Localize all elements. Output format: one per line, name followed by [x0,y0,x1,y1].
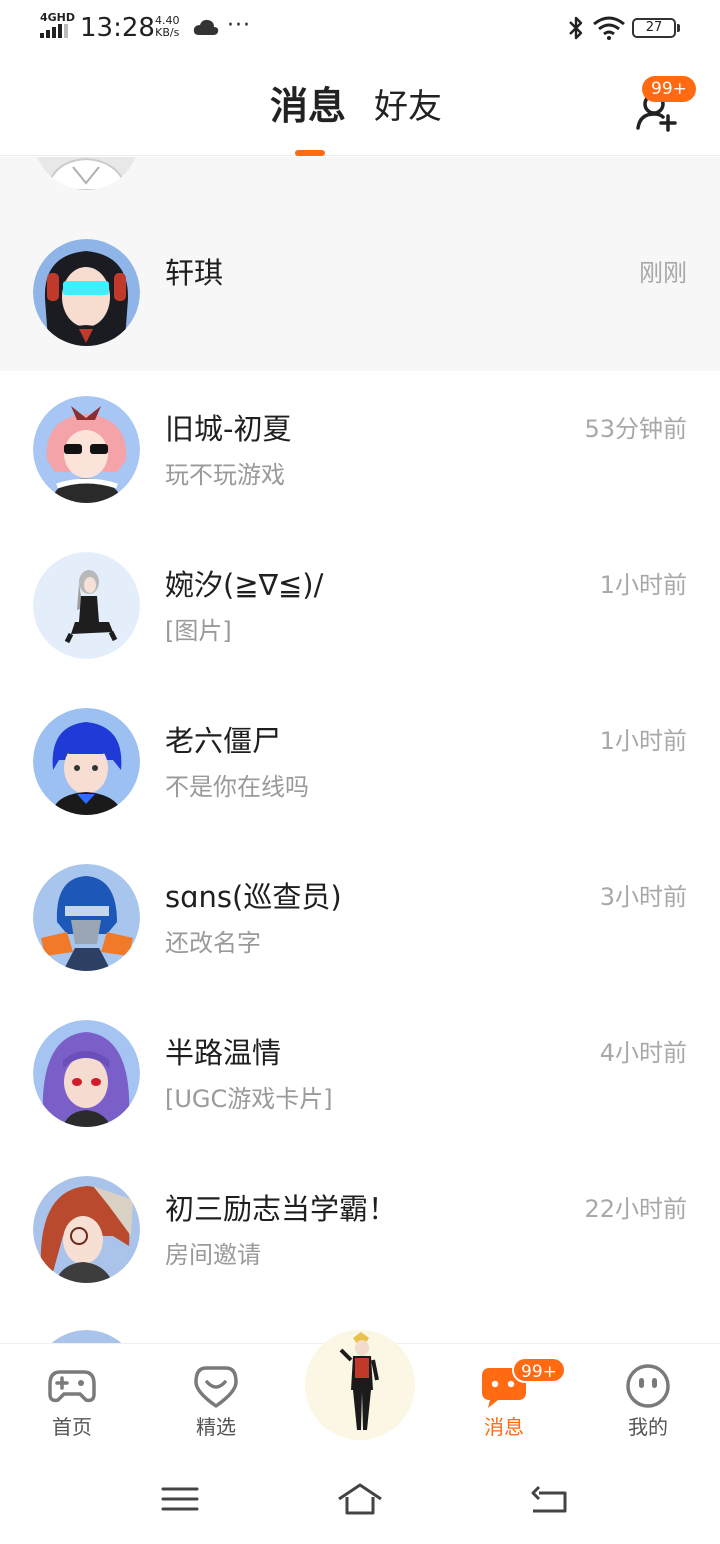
status-bar: 4GHD 13:28 4.40 KB/s ··· 27 [0,0,720,56]
message-time: 1小时前 [599,571,687,599]
tab-messages[interactable]: 消息 [270,82,346,130]
avatar-pink-hair-girl [33,396,140,503]
avatar-silver-hair-sitting [33,552,140,659]
avatar-blue-hair-boy [33,708,140,815]
last-message-preview: 还改名字 [165,929,261,957]
contact-name: 旧城-初夏 [165,412,292,446]
last-message-preview: 不是你在线吗 [165,773,309,801]
wifi-icon [593,16,625,40]
conversation-item[interactable]: sɑns(巡查员) 还改名字 3小时前 [0,839,720,995]
home-icon[interactable] [335,1479,385,1519]
system-nav-bar [0,1457,720,1544]
bluetooth-icon [569,16,583,40]
nav-featured[interactable]: 精选 [166,1344,266,1458]
nav-me[interactable]: 我的 [598,1344,698,1458]
message-time: 刚刚 [639,259,687,287]
avatar-robot-helmet [33,864,140,971]
contact-name: 老六僵尸 [165,724,282,758]
conversation-item[interactable]: 旧城-初夏 玩不玩游戏 53分钟前 [0,371,720,527]
nav-label: 消息 [484,1415,524,1439]
last-message-preview: [UGC游戏卡片] [165,1085,333,1113]
nav-label: 首页 [52,1415,92,1439]
battery-level: 27 [632,18,676,38]
header: 消息 好友 99+ [0,56,720,156]
message-time: 53分钟前 [584,415,687,443]
last-message-preview: 房间邀请 [165,1241,261,1269]
menu-icon[interactable] [155,1479,205,1519]
more-notifications-icon: ··· [227,13,251,38]
avatar-purple-hair-girl [33,1020,140,1127]
tab-friends[interactable]: 好友 [374,84,442,130]
clock: 13:28 [80,13,155,43]
conversation-list[interactable]: 轩琪 刚刚 旧城-初夏 玩不玩游戏 53分钟前 婉汐(≧∇≦)/ [图片] 1小… [0,157,720,1343]
network-type: 4GHD [40,11,76,24]
contact-name: sɑns(巡查员) [165,880,342,914]
weather-cloud-icon [193,19,219,35]
network-speed: 4.40 KB/s [155,15,180,39]
gamepad-icon [48,1370,96,1403]
contact-name: 初三励志当学霸！ [165,1192,398,1226]
face-icon [626,1364,670,1408]
nav-label: 我的 [628,1415,668,1439]
speed-unit: KB/s [155,26,180,39]
message-time: 4小时前 [599,1039,687,1067]
last-message-preview: [图片] [165,617,232,645]
message-time: 1小时前 [599,727,687,755]
signal-icon [40,24,68,38]
friend-request-badge: 99+ [642,76,696,102]
conversation-item[interactable]: 轩琪 刚刚 [0,215,720,371]
active-tab-indicator [295,150,325,156]
avatar-partial [51,1330,122,1343]
avatar-white-hair [37,157,136,190]
heart-chat-icon [194,1366,238,1408]
conversation-item[interactable]: 半路温情 [UGC游戏卡片] 4小时前 [0,995,720,1151]
list-item-partial[interactable] [0,157,720,215]
nav-label: 精选 [196,1415,236,1439]
contact-name: 半路温情 [165,1036,282,1070]
message-time: 22小时前 [584,1195,687,1223]
conversation-item[interactable]: 婉汐(≧∇≦)/ [图片] 1小时前 [0,527,720,683]
avatar-vr-headset-girl [33,239,140,346]
center-character-avatar[interactable] [305,1330,415,1440]
back-icon[interactable] [525,1479,575,1519]
last-message-preview: 玩不玩游戏 [165,461,285,489]
message-time: 3小时前 [599,883,687,911]
conversation-item[interactable]: 初三励志当学霸！ 房间邀请 22小时前 [0,1151,720,1307]
nav-home[interactable]: 首页 [22,1344,122,1458]
avatar-auburn-hair-girl [33,1176,140,1283]
contact-name: 轩琪 [165,256,224,290]
message-count-badge: 99+ [512,1357,566,1383]
conversation-item[interactable]: 老六僵尸 不是你在线吗 1小时前 [0,683,720,839]
contact-name: 婉汐(≧∇≦)/ [165,568,324,602]
battery-icon: 27 [632,18,680,38]
